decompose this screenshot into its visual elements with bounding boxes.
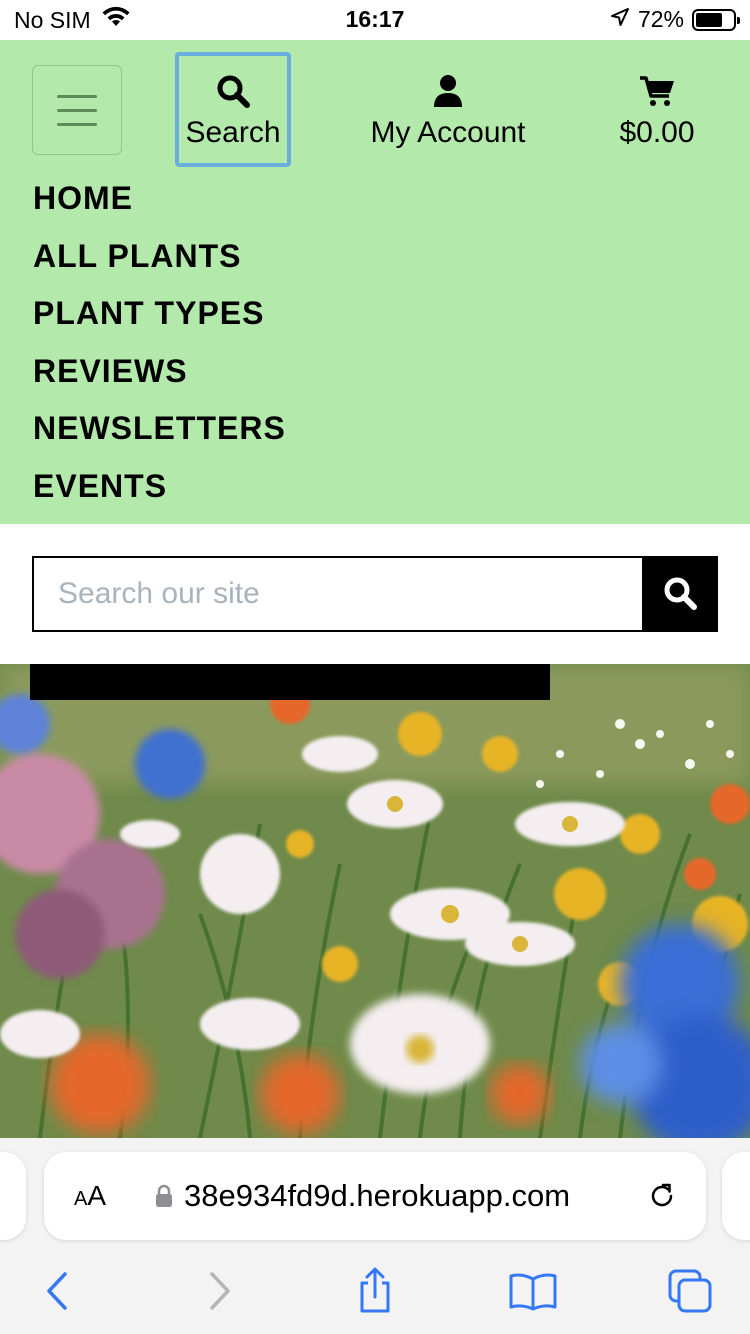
cart-total: $0.00 [619,115,695,149]
battery-fill [696,12,722,27]
bookmarks-icon [508,1271,558,1316]
hamburger-line [57,94,97,98]
status-bar: No SIM 16:17 72% [0,0,750,40]
my-account-button[interactable]: My Account [350,52,546,167]
bookmarks-button[interactable] [508,1268,558,1318]
search-icon [216,70,250,112]
reload-icon[interactable] [646,1180,678,1217]
battery-icon [692,8,740,31]
nav-item-all-plants[interactable]: ALL PLANTS [33,228,286,286]
search-input[interactable] [32,556,642,632]
hamburger-line [57,122,97,126]
search-toggle-button[interactable]: Search [175,52,291,167]
search-toggle-label: Search [185,115,281,149]
my-account-label: My Account [370,115,526,149]
search-submit-button[interactable] [642,556,718,632]
back-icon [43,1271,71,1316]
hamburger-line [57,108,97,112]
next-tab-pill[interactable] [722,1152,750,1240]
browser-toolbar: AA 38e934fd9d.herokuapp.com [0,1138,750,1334]
tabs-icon [667,1268,713,1319]
tabs-button[interactable] [665,1268,715,1318]
cart-icon [639,70,675,112]
nav-item-newsletters[interactable]: NEWSLETTERS [33,400,286,458]
text-size-button[interactable]: AA [74,1180,106,1212]
lock-icon [154,1184,174,1213]
hero-banner-bar [30,664,550,700]
forward-button[interactable] [195,1268,245,1318]
cart-button[interactable]: $0.00 [600,52,714,167]
share-button[interactable] [350,1267,400,1320]
hamburger-menu-button[interactable] [32,65,122,155]
hero-image [0,664,750,1138]
user-icon [432,70,464,112]
share-icon [355,1267,395,1320]
browser-nav-toolbar [0,1258,750,1328]
text-size-small-a: A [74,1188,88,1210]
nav-item-reviews[interactable]: REVIEWS [33,343,286,401]
forward-icon [206,1271,234,1316]
previous-tab-pill[interactable] [0,1152,26,1240]
location-arrow-icon [610,6,630,33]
back-button[interactable] [32,1268,82,1318]
nav-item-home[interactable]: HOME [33,170,286,228]
nav-item-plant-types[interactable]: PLANT TYPES [33,285,286,343]
site-header: Search My Account $0.00 HOME ALL PLANTS … [0,40,750,524]
nav-item-events[interactable]: EVENTS [33,458,286,516]
address-bar[interactable]: AA 38e934fd9d.herokuapp.com [44,1152,706,1240]
search-bar [32,556,718,632]
status-right: 72% [610,6,740,33]
battery-percent: 72% [637,6,684,32]
url-text: 38e934fd9d.herokuapp.com [184,1178,571,1213]
search-icon [663,576,697,613]
main-nav: HOME ALL PLANTS PLANT TYPES REVIEWS NEWS… [33,170,286,515]
